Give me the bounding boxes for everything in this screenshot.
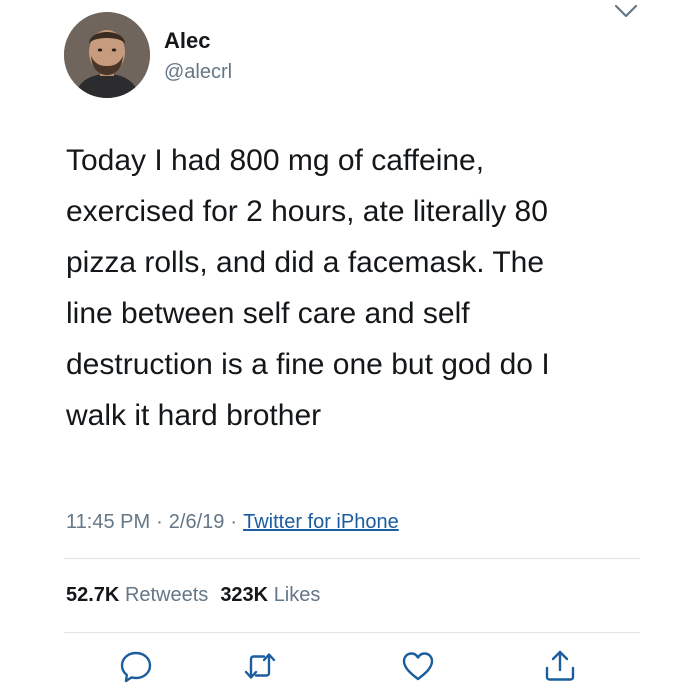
retweets-stat[interactable]: 52.7K Retweets [66,584,208,606]
user-display-name[interactable]: Alec [164,26,210,56]
avatar[interactable] [64,12,150,98]
reply-button[interactable] [118,648,154,684]
tweet-text: Today I had 800 mg of caffeine, exercise… [66,144,550,432]
meta-separator: · [230,511,238,533]
tweet-card: Alec @alecrl Today I had 800 mg of caffe… [0,0,700,700]
tweet-date[interactable]: 2/6/19 [169,511,225,533]
tweet-time[interactable]: 11:45 PM [66,511,150,533]
meta-separator: · [156,511,163,533]
divider [64,632,640,633]
tweet-source-link[interactable]: Twitter for iPhone [243,511,399,533]
user-handle[interactable]: @alecrl [164,58,232,86]
heart-icon [402,652,434,681]
tweet-metadata: 11:45 PM · 2/6/19 · Twitter for iPhone [66,508,399,536]
tweet-menu-button[interactable] [612,0,640,24]
share-icon [545,650,575,681]
likes-count: 323K [220,584,269,606]
divider [64,558,640,559]
share-button[interactable] [542,648,578,684]
retweet-icon [244,653,276,679]
likes-label: Likes [273,584,321,606]
retweet-button[interactable] [242,648,278,684]
reply-icon [120,651,152,683]
retweets-label: Retweets [124,584,209,606]
tweet-stats: 52.7K Retweets 323K Likes [66,581,320,609]
avatar-photo [64,12,150,98]
likes-stat[interactable]: 323K Likes [220,584,320,606]
chevron-down-icon [614,4,638,18]
retweets-count: 52.7K [66,584,120,606]
like-button[interactable] [400,648,436,684]
